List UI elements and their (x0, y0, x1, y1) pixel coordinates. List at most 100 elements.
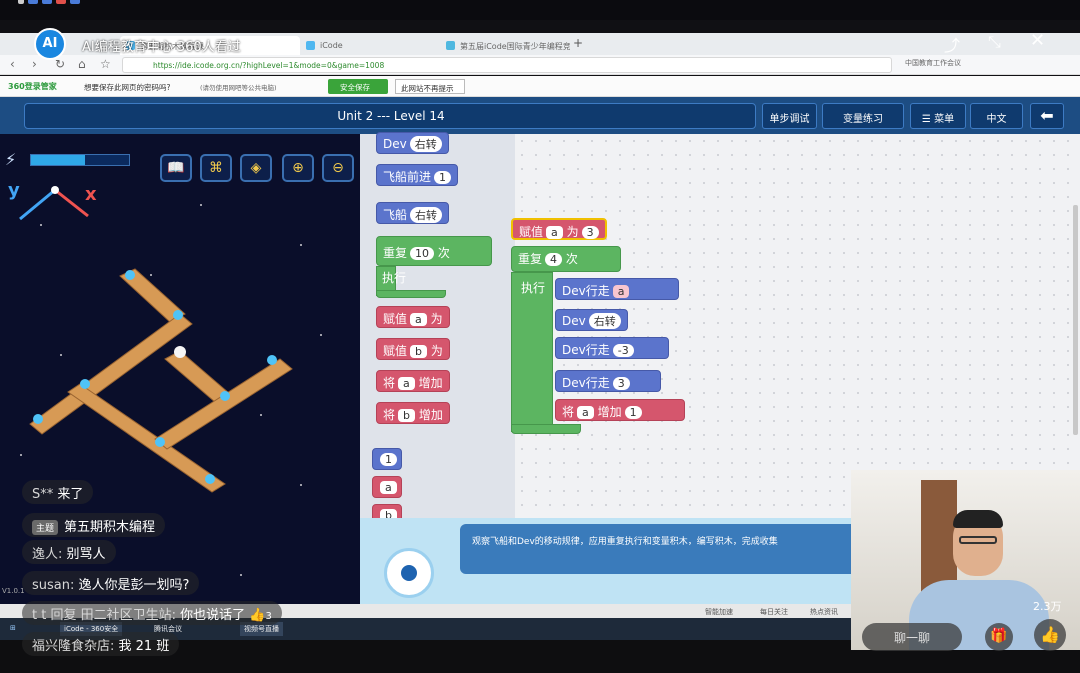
tab-label: 第五届iCode国际青少年编程竞赛 (460, 42, 570, 51)
block-label: 次 (437, 246, 450, 260)
block-palette: Dev 右转 飞船前进 1 飞船 右转 重复 10 次 执行 赋值 a 为 赋值 b 为 将… (360, 132, 515, 526)
block-dropdown[interactable]: a (546, 226, 563, 239)
tab-label: iCode (320, 41, 343, 50)
var-practice-button[interactable]: 变量练习 (822, 103, 904, 129)
minimize-icon[interactable]: ⤡ (988, 32, 1001, 52)
live-header: AI AI编程教育中心 360人看过 (34, 28, 254, 62)
chat-text: 你也说话了 (180, 608, 246, 623)
save-password-button[interactable]: 安全保存 (328, 79, 388, 94)
block-dropdown[interactable]: a (577, 406, 594, 419)
block-dropdown[interactable]: b (410, 345, 427, 358)
palette-block-number[interactable]: 1 (372, 448, 402, 470)
block-dropdown[interactable]: 右转 (588, 313, 621, 329)
block-label: 为 (430, 344, 443, 358)
close-icon[interactable]: ✕ (1030, 30, 1045, 51)
back-icon[interactable]: ‹ (10, 57, 15, 71)
chat-nick: S** (32, 487, 54, 502)
footer-item[interactable]: 每日关注 (760, 607, 788, 617)
crystal-icon (155, 437, 165, 447)
footer-item[interactable]: 智能加速 (705, 607, 733, 617)
workspace-block-dev-walk-3[interactable]: Dev行走 3 (555, 370, 661, 392)
news-link[interactable]: 中国教育工作会议 (905, 58, 961, 68)
chat-nick: susan: (32, 578, 75, 593)
block-dropdown[interactable]: a (380, 481, 397, 494)
block-dropdown[interactable]: a (398, 377, 415, 390)
palette-block-ship-forward[interactable]: 飞船前进 1 (376, 164, 459, 186)
palette-block-assign-a[interactable]: 赋值 a 为 (376, 306, 450, 328)
block-dropdown[interactable]: 右转 (410, 207, 443, 223)
block-label: 将 (383, 376, 396, 390)
block-label: Dev行走 (562, 376, 610, 390)
crystal-icon (33, 414, 43, 424)
back-arrow-button[interactable]: ⬅ (1030, 103, 1064, 129)
block-input[interactable]: -3 (612, 344, 634, 357)
chat-input[interactable]: 聊一聊 (862, 623, 962, 651)
channel-avatar[interactable]: AI (34, 28, 66, 60)
block-label: 重复 (383, 246, 408, 260)
password-note: (请勿使用网吧等公共电脑) (200, 84, 277, 92)
block-label: 飞船 (383, 208, 408, 222)
block-dropdown[interactable]: a (612, 285, 630, 298)
channel-title: AI编程教育中心 (82, 40, 173, 55)
block-label: 增加 (418, 408, 443, 422)
crystal-icon (220, 391, 230, 401)
new-tab-icon[interactable]: + (573, 36, 583, 50)
block-input[interactable]: 1 (624, 406, 642, 419)
workspace-block-dev-turn[interactable]: Dev 右转 (555, 309, 628, 331)
share-icon[interactable]: ⤴ (944, 32, 960, 56)
gift-icon[interactable]: 🎁 (985, 623, 1013, 651)
palette-block-dev-turn[interactable]: Dev 右转 (376, 132, 449, 154)
menu-label: 菜单 (934, 114, 955, 125)
topic-badge: 主题 (32, 520, 59, 535)
crystal-icon (80, 379, 90, 389)
windows-start-icon[interactable]: ⊞ (6, 622, 20, 636)
workspace-block-dev-walk-neg3[interactable]: Dev行走 -3 (555, 337, 669, 359)
block-input[interactable]: 3 (581, 226, 599, 239)
footer-item[interactable]: 热点资讯 (810, 607, 838, 617)
block-dropdown[interactable]: a (410, 313, 427, 326)
block-dropdown[interactable]: b (398, 409, 415, 422)
block-label: 重复 (518, 252, 543, 266)
like-icon[interactable]: 👍 (1034, 619, 1066, 651)
palette-block-assign-b[interactable]: 赋值 b 为 (376, 338, 450, 360)
block-input[interactable]: 1 (380, 453, 397, 466)
workspace-block-dev-walk-a[interactable]: Dev行走 a (555, 278, 679, 300)
dev-robot-icon (174, 346, 186, 358)
palette-block-ship-turn[interactable]: 飞船 右转 (376, 202, 450, 224)
chat-message: 主题 第五期积木编程 (22, 513, 166, 537)
never-prompt-button[interactable]: 此网站不再提示 (395, 79, 465, 94)
block-label: 为 (566, 225, 579, 239)
palette-block-var-a[interactable]: a (372, 476, 402, 498)
block-input[interactable]: 10 (410, 247, 435, 260)
notification-icons (18, 0, 80, 4)
tab-favicon-icon (446, 41, 455, 50)
block-input[interactable]: 1 (434, 171, 452, 184)
block-label: Dev (562, 314, 586, 328)
chat-text: 来了 (57, 487, 84, 502)
block-dropdown[interactable]: 右转 (409, 136, 442, 152)
block-input[interactable]: 4 (545, 253, 563, 266)
workspace-block-assign[interactable]: 赋值 a 为3 (511, 218, 607, 240)
chat-text: 逸人你是彭一划吗? (78, 578, 190, 593)
block-label: 增加 (597, 405, 622, 419)
workspace-block-increase[interactable]: 将a 增加 1 (555, 399, 685, 421)
block-input[interactable]: 3 (612, 377, 630, 390)
language-button[interactable]: 中文 (970, 103, 1023, 129)
debug-button[interactable]: 单步调试 (762, 103, 817, 129)
browser-tab-2[interactable]: iCode (300, 36, 440, 55)
menu-button[interactable]: ☰ 菜单 (910, 103, 966, 129)
block-label: 将 (562, 405, 575, 419)
palette-block-increase-a[interactable]: 将a 增加 (376, 370, 450, 392)
workspace-scrollbar[interactable] (1073, 205, 1078, 435)
block-label: 执行 (521, 281, 546, 295)
chat-nick: 逸人: (32, 547, 63, 562)
workspace-block-repeat[interactable]: 重复 4 次 (511, 246, 621, 272)
repeat-block-foot (376, 290, 446, 298)
browser-tab-3[interactable]: 第五届iCode国际青少年编程竞赛 (440, 36, 570, 55)
chat-message: S** 来了 (22, 480, 94, 504)
palette-block-repeat[interactable]: 重复 10 次 (376, 236, 492, 266)
chat-like-count: 3 (265, 611, 272, 622)
brand-logo: 360登录管家 (8, 82, 57, 91)
palette-block-increase-b[interactable]: 将b 增加 (376, 402, 450, 424)
hint-text: 观察飞船和Dev的移动规律，应用重复执行和变量积木，编写积木，完成收集 (460, 524, 860, 574)
